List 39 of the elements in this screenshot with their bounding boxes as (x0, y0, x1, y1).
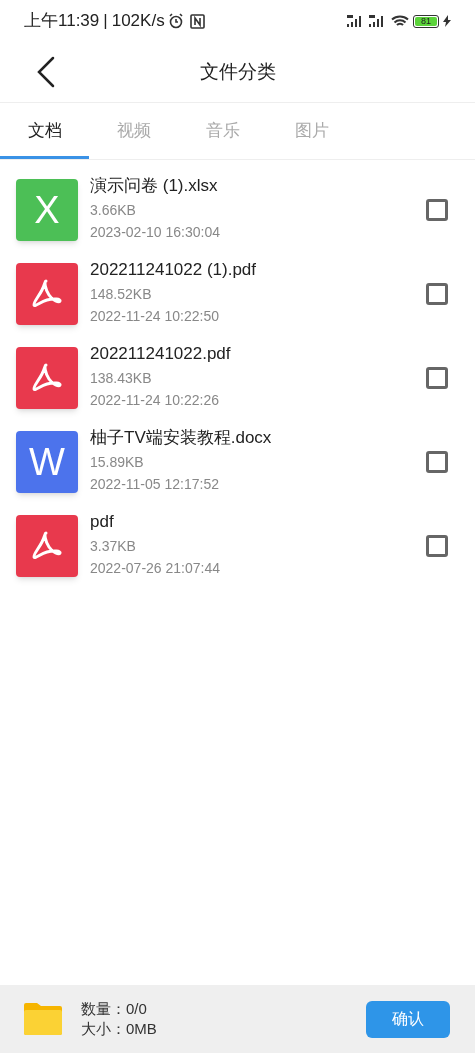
battery-icon: 81 (413, 14, 439, 28)
folder-icon (24, 1003, 62, 1035)
selected-size: 大小：0MB (81, 1019, 157, 1039)
network-speed: 102K/s (111, 10, 165, 33)
confirm-button[interactable]: 确认 (366, 1000, 450, 1038)
file-name: 202211241022 (1).pdf (90, 259, 258, 281)
alarm-icon (167, 13, 184, 29)
page-title: 文件分类 (199, 59, 276, 84)
file-name: 202211241022.pdf (90, 343, 232, 365)
file-name: pdf (90, 511, 115, 533)
checkbox[interactable] (426, 535, 448, 557)
tab[interactable]: 音乐 (178, 103, 267, 159)
file-size: 15.89KB (90, 453, 145, 471)
file-date: 2022-07-26 21:07:44 (90, 559, 221, 577)
tab[interactable]: 视频 (89, 103, 178, 159)
checkbox[interactable] (426, 283, 448, 305)
file-date: 2023-02-10 16:30:04 (90, 223, 221, 241)
file-name: 演示问卷 (1).xlsx (90, 175, 219, 197)
file-size: 3.37KB (90, 537, 137, 555)
file-size: 3.66KB (90, 201, 137, 219)
file-size: 138.43KB (90, 369, 153, 387)
file-type-icon: W (16, 431, 78, 493)
checkbox[interactable] (426, 451, 448, 473)
status-time: 上午11:39 (24, 10, 100, 33)
checkbox[interactable] (426, 367, 448, 389)
file-size: 148.52KB (90, 285, 153, 303)
checkbox[interactable] (426, 199, 448, 221)
file-date: 2022-11-05 12:17:52 (90, 475, 220, 493)
charging-icon (443, 15, 451, 27)
file-name: 柚子TV端安装教程.docx (90, 427, 273, 449)
nfc-icon (189, 13, 205, 29)
tab[interactable]: 图片 (267, 103, 356, 159)
wifi-icon (391, 14, 409, 28)
tab[interactable]: 文档 (0, 103, 89, 159)
status-separator: | (103, 10, 108, 33)
file-type-icon: X (16, 179, 78, 241)
file-date: 2022-11-24 10:22:50 (90, 307, 220, 325)
selected-count: 数量：0/0 (81, 999, 148, 1019)
file-date: 2022-11-24 10:22:26 (90, 391, 220, 409)
